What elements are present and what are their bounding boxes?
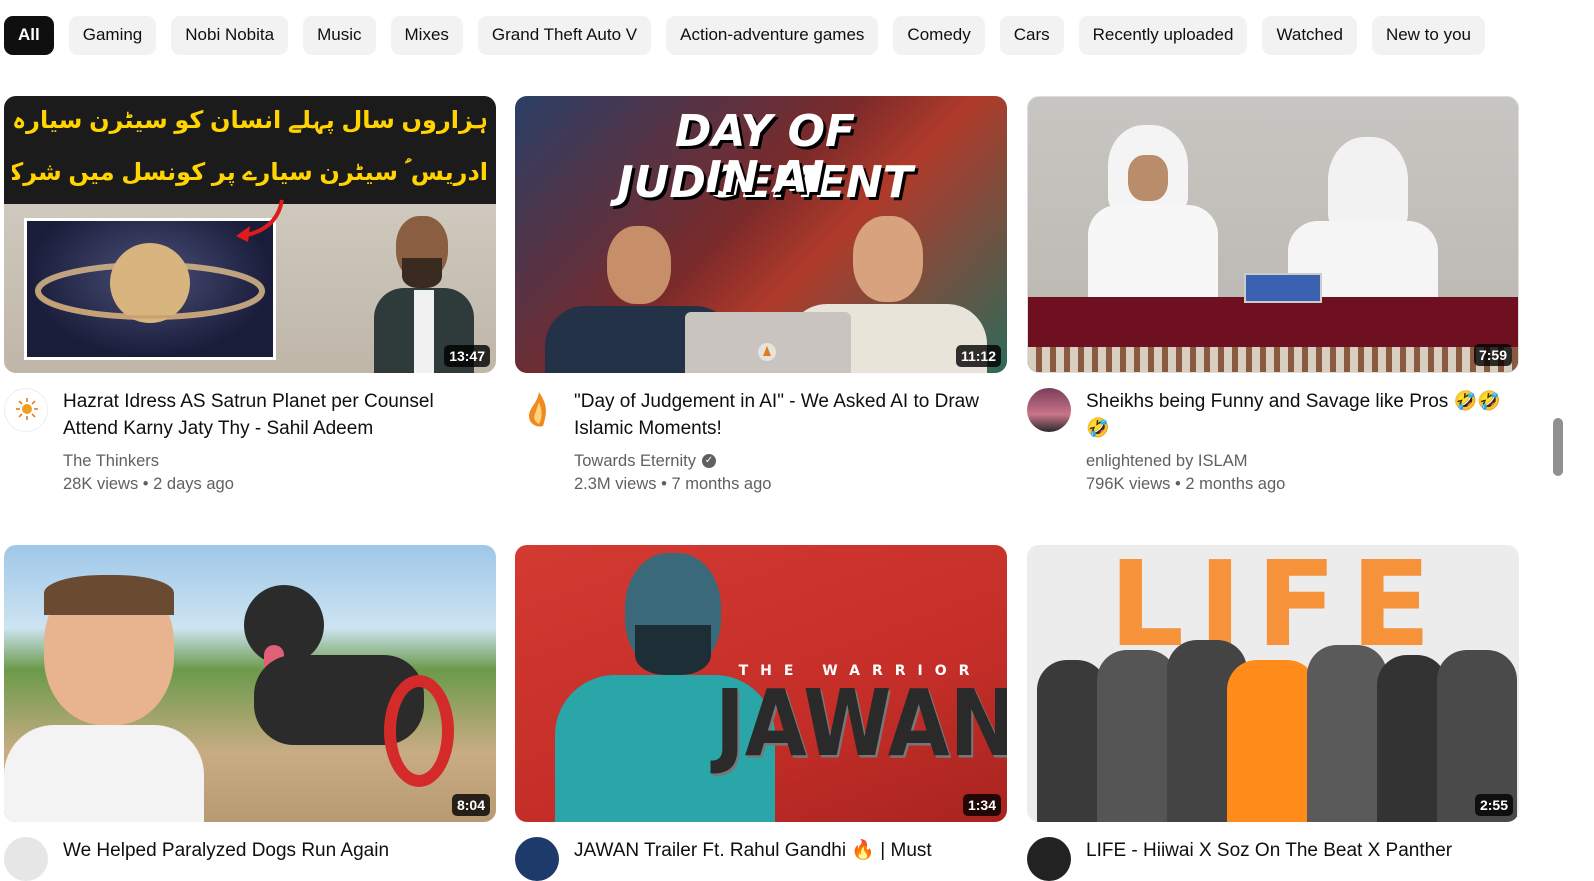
thumb-title: JAWAN — [715, 670, 1007, 777]
laptop-logo-icon — [758, 343, 776, 361]
video-title[interactable]: Sheikhs being Funny and Savage like Pros… — [1086, 388, 1506, 442]
video-stats: 28K views • 2 days ago — [63, 475, 234, 493]
channel-avatar[interactable] — [4, 388, 48, 432]
channel-avatar[interactable] — [1027, 837, 1071, 881]
chip-comedy[interactable]: Comedy — [893, 15, 985, 55]
video-card[interactable]: 7:59 Sheikhs being Funny and Savage like… — [1027, 96, 1519, 496]
laptop — [685, 312, 851, 373]
chip-gaming[interactable]: Gaming — [68, 15, 157, 55]
channel-avatar[interactable] — [515, 388, 559, 432]
verified-badge-icon: ✓ — [701, 454, 716, 468]
duration-badge: 8:04 — [451, 794, 490, 816]
scrollbar-thumb[interactable] — [1553, 418, 1563, 476]
video-stats: 796K views • 2 months ago — [1086, 475, 1286, 493]
video-card[interactable]: LIFE 2:55 LIFE - Hiiwai X Soz On The Bea… — [1027, 545, 1519, 881]
video-card[interactable]: 8:04 We Helped Paralyzed Dogs Run Again — [4, 545, 496, 881]
channel-avatar[interactable] — [1027, 388, 1071, 432]
channel-name-text: The Thinkers — [63, 452, 159, 470]
thumb-title-line-2: IN AI — [705, 152, 825, 203]
video-thumbnail[interactable]: LIFE 2:55 — [1027, 545, 1519, 822]
chip-new-to-you[interactable]: New to you — [1371, 15, 1485, 55]
video-thumbnail[interactable]: 7:59 — [1027, 96, 1519, 373]
name-plate — [1244, 273, 1322, 303]
wheelchair-wheel — [384, 675, 454, 787]
duration-badge: 11:12 — [955, 345, 1001, 367]
chip-recently-uploaded[interactable]: Recently uploaded — [1078, 15, 1248, 55]
channel-name[interactable]: Towards Eternity ✓ — [574, 450, 1007, 472]
thumb-urdu-line-1: ہزاروں سال پہلے انسان کو سیٹرن سیارہ آنک… — [12, 107, 488, 134]
sun-icon — [16, 398, 38, 420]
sheikh-left-figure — [1088, 125, 1218, 305]
flame-icon — [529, 392, 546, 427]
chip-action-adventure[interactable]: Action-adventure games — [666, 15, 879, 55]
duration-badge: 2:55 — [1474, 794, 1513, 816]
video-card[interactable]: DAY OF JUDGEMENT IN AI 11:12 "Day of Jud… — [515, 96, 1007, 496]
video-title[interactable]: Hazrat Idress AS Satrun Planet per Couns… — [63, 388, 483, 442]
channel-avatar[interactable] — [4, 837, 48, 881]
video-title[interactable]: "Day of Judgement in AI" - We Asked AI t… — [574, 388, 994, 442]
channel-name[interactable]: The Thinkers — [63, 450, 496, 472]
video-card[interactable]: ہزاروں سال پہلے انسان کو سیٹرن سیارہ آنک… — [4, 96, 496, 496]
group-figures — [1027, 630, 1519, 822]
thumb-urdu-line-2: ادریس ؑ سیٹرن سیارے پر کونسل میں شرکت کر… — [12, 159, 488, 186]
chip-all[interactable]: All — [4, 15, 54, 55]
video-stats: 2.3M views • 7 months ago — [574, 475, 772, 493]
chip-gta-v[interactable]: Grand Theft Auto V — [477, 15, 652, 55]
man-figure — [4, 575, 214, 822]
duration-badge: 1:34 — [962, 794, 1001, 816]
channel-name-text: Towards Eternity — [574, 452, 696, 470]
video-thumbnail[interactable]: 8:04 — [4, 545, 496, 822]
chip-mixes[interactable]: Mixes — [390, 15, 463, 55]
video-card[interactable]: THE WARRIOR JAWAN 1:34 JAWAN Trailer Ft.… — [515, 545, 1007, 881]
chip-music[interactable]: Music — [303, 15, 376, 55]
duration-badge: 13:47 — [444, 345, 490, 367]
chip-watched[interactable]: Watched — [1262, 15, 1357, 55]
channel-name[interactable]: enlightened by ISLAM — [1086, 450, 1519, 472]
chip-cars[interactable]: Cars — [999, 15, 1064, 55]
channel-avatar[interactable] — [515, 837, 559, 881]
chip-nobi-nobita[interactable]: Nobi Nobita — [171, 15, 289, 55]
video-thumbnail[interactable]: ہزاروں سال پہلے انسان کو سیٹرن سیارہ آنک… — [4, 96, 496, 373]
channel-name-text: enlightened by ISLAM — [1086, 452, 1248, 470]
video-thumbnail[interactable]: THE WARRIOR JAWAN 1:34 — [515, 545, 1007, 822]
filter-chip-bar: All Gaming Nobi Nobita Music Mixes Grand… — [4, 15, 1500, 55]
duration-badge: 7:59 — [1473, 344, 1512, 366]
stage-table — [1028, 297, 1518, 372]
video-thumbnail[interactable]: DAY OF JUDGEMENT IN AI 11:12 — [515, 96, 1007, 373]
arrow-icon — [236, 199, 284, 242]
